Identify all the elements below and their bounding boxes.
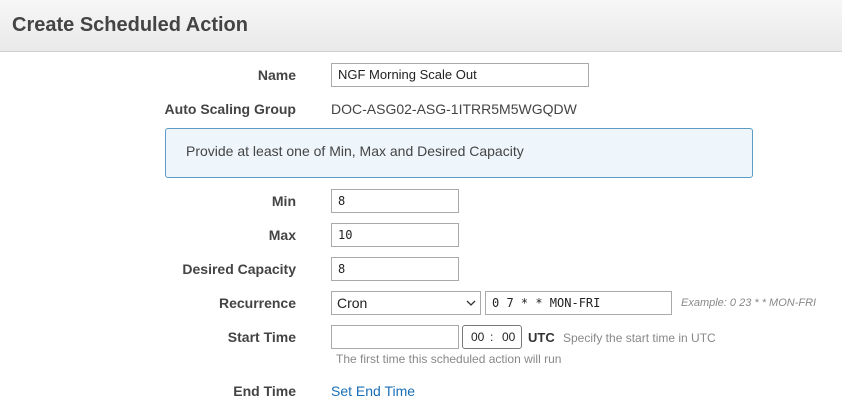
start-time-note: The first time this scheduled action wil… xyxy=(336,352,562,366)
name-input[interactable]: NGF Morning Scale Out xyxy=(331,63,589,87)
start-time-label: Start Time xyxy=(227,329,296,345)
name-label: Name xyxy=(257,67,296,83)
time-separator: : xyxy=(490,330,494,344)
max-label: Max xyxy=(268,227,296,243)
max-input[interactable]: 10 xyxy=(331,223,459,247)
dialog-header: Create Scheduled Action xyxy=(0,0,842,52)
set-end-time-link[interactable]: Set End Time xyxy=(331,383,415,399)
desired-capacity-input[interactable]: 8 xyxy=(331,257,459,281)
asg-value: DOC-ASG02-ASG-1ITRR5M5WGQDW xyxy=(331,101,577,117)
start-date-input[interactable] xyxy=(331,325,459,349)
end-time-label: End Time xyxy=(233,383,296,399)
min-label: Min xyxy=(271,193,296,209)
start-time-picker[interactable]: 00 : 00 xyxy=(462,325,522,349)
min-input[interactable]: 8 xyxy=(331,189,459,213)
chevron-down-icon xyxy=(466,292,476,322)
info-message: Provide at least one of Min, Max and Des… xyxy=(186,143,524,159)
asg-label: Auto Scaling Group xyxy=(164,101,296,117)
cron-example-hint: Example: 0 23 * * MON-FRI xyxy=(681,297,817,309)
desired-capacity-label: Desired Capacity xyxy=(182,261,296,277)
cron-expression-input[interactable]: 0 7 * * MON-FRI xyxy=(485,291,672,315)
recurrence-type-select[interactable]: Cron xyxy=(331,291,481,315)
recurrence-label: Recurrence xyxy=(218,295,296,311)
dialog-title: Create Scheduled Action xyxy=(12,14,248,36)
info-box: Provide at least one of Min, Max and Des… xyxy=(165,128,753,178)
start-hour[interactable]: 00 xyxy=(471,330,484,344)
start-time-hint: Specify the start time in UTC xyxy=(563,331,716,345)
recurrence-type-value: Cron xyxy=(337,295,368,311)
start-minute[interactable]: 00 xyxy=(502,330,515,344)
timezone-label: UTC xyxy=(528,330,555,345)
